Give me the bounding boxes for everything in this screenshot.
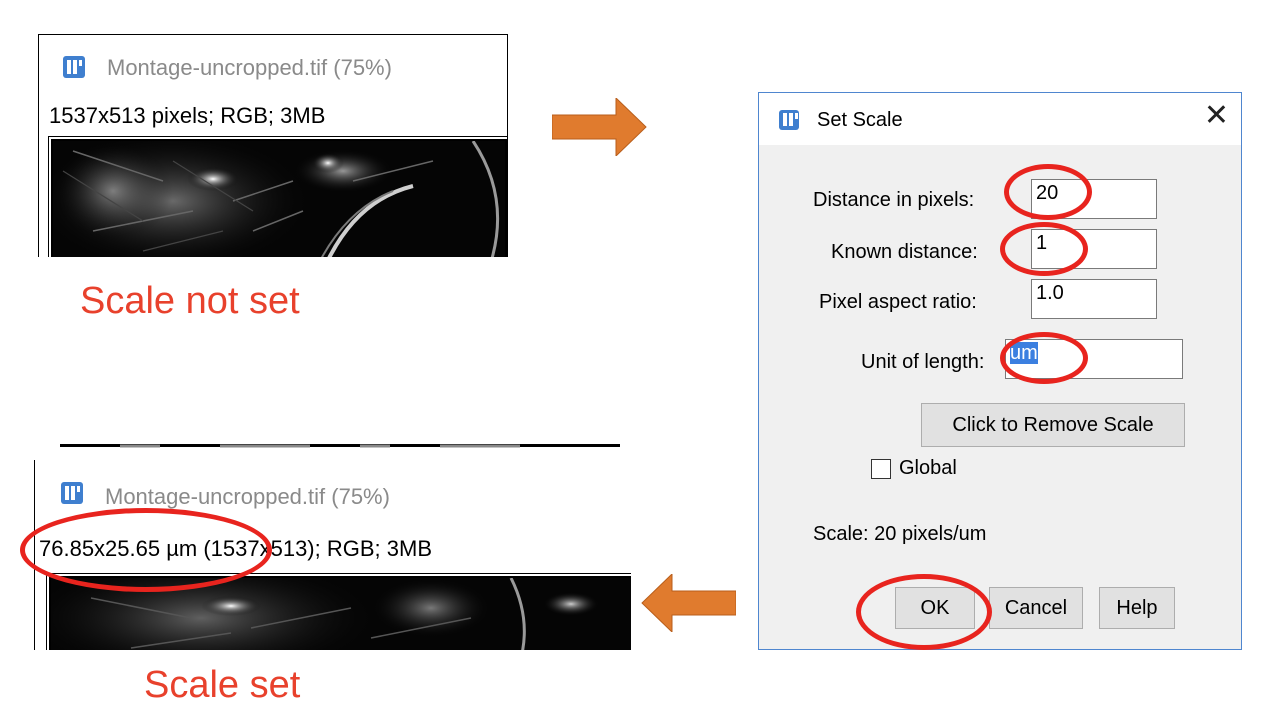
caption-scale-not-set: Scale not set	[80, 280, 300, 322]
distance-input[interactable]: 20	[1031, 179, 1157, 219]
ok-button[interactable]: OK	[895, 587, 975, 629]
cancel-button[interactable]: Cancel	[989, 587, 1083, 629]
remove-scale-button[interactable]: Click to Remove Scale	[921, 403, 1185, 447]
imagej-icon	[779, 110, 799, 130]
unit-value-selected: um	[1010, 342, 1038, 364]
image-window-unscaled: Montage-uncropped.tif (75%) 1537x513 pix…	[38, 34, 508, 257]
imagej-icon	[63, 56, 85, 78]
imagej-icon	[61, 482, 83, 504]
arrow-right-icon	[552, 98, 647, 156]
dialog-title: Set Scale	[817, 109, 903, 131]
help-button[interactable]: Help	[1099, 587, 1175, 629]
global-checkbox[interactable]	[871, 459, 891, 479]
image-info: 1537x513 pixels; RGB; 3MB	[49, 103, 326, 128]
unit-input[interactable]: um	[1005, 339, 1183, 379]
set-scale-dialog: Set Scale ✕ Distance in pixels: 20 Known…	[758, 92, 1242, 650]
image-info: 76.85x25.65 µm (1537x513); RGB; 3MB	[39, 536, 432, 561]
distance-label: Distance in pixels:	[813, 189, 975, 211]
microscopy-image	[49, 576, 631, 650]
window-title: Montage-uncropped.tif (75%)	[107, 55, 392, 80]
aspect-ratio-label: Pixel aspect ratio:	[819, 291, 977, 313]
unit-label: Unit of length:	[861, 351, 985, 373]
arrow-left-icon	[641, 574, 736, 632]
global-label: Global	[899, 457, 957, 479]
window-edge-fragment	[60, 444, 620, 458]
image-window-scaled: Montage-uncropped.tif (75%) 76.85x25.65 …	[34, 460, 631, 650]
scale-readout: Scale: 20 pixels/um	[813, 523, 987, 545]
caption-scale-set: Scale set	[144, 664, 301, 706]
dialog-titlebar: Set Scale ✕	[759, 93, 1241, 145]
window-title: Montage-uncropped.tif (75%)	[105, 484, 390, 509]
close-icon[interactable]: ✕	[1204, 101, 1229, 131]
known-distance-input[interactable]: 1	[1031, 229, 1157, 269]
aspect-ratio-input[interactable]: 1.0	[1031, 279, 1157, 319]
microscopy-image	[51, 139, 507, 257]
known-distance-label: Known distance:	[831, 241, 978, 263]
